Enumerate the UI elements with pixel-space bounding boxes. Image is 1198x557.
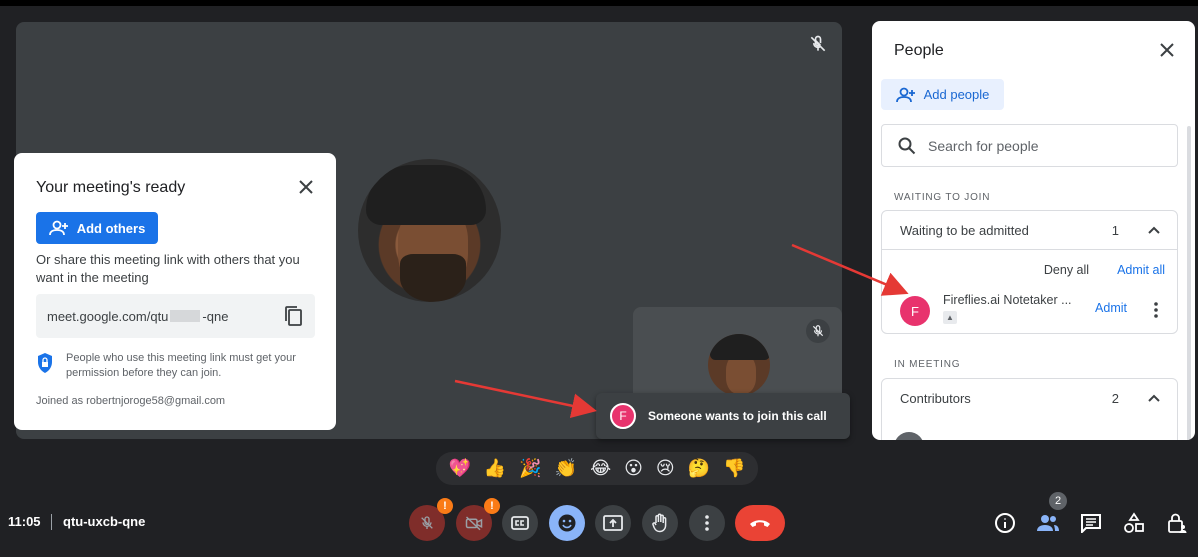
meeting-time: 11:05 — [8, 514, 41, 529]
toast-avatar: F — [610, 403, 636, 429]
waiting-count: 1 — [1111, 222, 1119, 238]
host-controls-button[interactable] — [1164, 510, 1190, 536]
present-icon — [603, 515, 623, 531]
reaction-surprised[interactable]: 😮 — [624, 458, 643, 479]
toast-text: Someone wants to join this call — [648, 409, 827, 423]
bulk-actions: Deny all Admit all — [882, 249, 1177, 289]
add-people-button[interactable]: Add people — [881, 79, 1004, 110]
redacted-segment — [170, 310, 201, 322]
close-icon[interactable] — [1159, 42, 1175, 58]
meeting-ready-card: Your meeting's ready Add others Or share… — [14, 153, 336, 430]
reaction-sparkling-heart[interactable]: 💖 — [448, 458, 470, 479]
meeting-details-button[interactable] — [992, 510, 1018, 536]
chat-icon — [1081, 514, 1101, 533]
reaction-party-popper[interactable]: 🎉 — [519, 458, 541, 479]
mic-off-icon — [810, 35, 826, 52]
waiting-group-header[interactable]: Waiting to be admitted 1 — [882, 211, 1177, 249]
waiting-group: Waiting to be admitted 1 Deny all Admit … — [881, 210, 1178, 334]
search-input[interactable] — [928, 137, 1148, 154]
top-edge — [0, 0, 1198, 6]
more-vert-icon[interactable] — [1153, 301, 1159, 319]
meeting-ready-title: Your meeting's ready — [36, 179, 186, 196]
meeting-link-prefix: meet.google.com/qtu — [47, 308, 169, 324]
chat-button[interactable] — [1078, 510, 1104, 536]
panel-scrollbar[interactable] — [1187, 126, 1191, 440]
more-vert-icon — [705, 515, 709, 531]
copy-icon[interactable] — [283, 305, 303, 327]
contributors-group: Contributors 2 — [881, 378, 1178, 440]
permission-note: People who use this meeting link must ge… — [66, 352, 296, 379]
present-screen-button[interactable] — [595, 505, 631, 541]
emoji-icon — [558, 514, 576, 532]
person-avatar: F — [900, 296, 930, 326]
reaction-laughing[interactable]: 😂 — [590, 458, 611, 479]
closed-captions-icon — [511, 516, 529, 530]
share-description: Or share this meeting link with others t… — [36, 252, 300, 285]
mic-warning-badge: ! — [437, 498, 453, 514]
people-count-badge: 2 — [1049, 492, 1067, 510]
shield-lock-icon — [38, 353, 52, 373]
meeting-link-box[interactable]: meet.google.com/qtu -qne — [36, 294, 315, 338]
reactions-bar: 💖 👍 🎉 👏 😂 😮 😢 🤔 👎 — [436, 452, 758, 485]
leave-call-button[interactable] — [735, 505, 785, 541]
person-name: Fireflies.ai Notetaker ... — [943, 293, 1072, 307]
add-others-label: Add others — [76, 220, 146, 236]
raise-hand-button[interactable] — [642, 505, 678, 541]
camera-off-icon — [465, 516, 483, 531]
people-icon — [1037, 515, 1059, 531]
external-badge-icon: ▲ — [943, 311, 957, 324]
chevron-up-icon[interactable] — [1147, 223, 1161, 237]
camera-toggle-button[interactable]: ! — [456, 498, 500, 541]
chevron-up-icon[interactable] — [1147, 391, 1161, 405]
search-icon — [898, 137, 916, 154]
waiting-group-label: Waiting to be admitted — [900, 222, 1029, 238]
admit-all-button[interactable]: Admit all — [1117, 263, 1165, 277]
activities-button[interactable] — [1121, 510, 1147, 536]
meeting-link-suffix: -qne — [202, 308, 229, 324]
contributors-count: 2 — [1111, 390, 1119, 406]
reaction-thumbs-down[interactable]: 👎 — [723, 458, 745, 479]
self-mic-off-icon — [806, 319, 830, 343]
shapes-icon — [1124, 512, 1144, 533]
contributors-label: Contributors — [900, 390, 971, 406]
lock-person-icon — [1168, 513, 1187, 533]
participant-avatar — [358, 159, 501, 302]
camera-warning-badge: ! — [484, 498, 500, 514]
mic-toggle-button[interactable]: ! — [409, 498, 453, 541]
add-others-button[interactable]: Add others — [36, 212, 158, 244]
hand-icon — [652, 513, 667, 533]
people-button[interactable] — [1035, 510, 1061, 536]
close-icon[interactable] — [298, 179, 314, 195]
reaction-sad[interactable]: 😢 — [656, 458, 675, 479]
reactions-button[interactable] — [549, 505, 585, 541]
reaction-thumbs-up[interactable]: 👍 — [484, 458, 506, 479]
join-request-toast[interactable]: F Someone wants to join this call — [596, 393, 850, 439]
reaction-clapping[interactable]: 👏 — [555, 458, 577, 479]
info-icon — [995, 513, 1015, 533]
contributors-group-header[interactable]: Contributors 2 — [882, 379, 1177, 417]
captions-button[interactable] — [502, 505, 538, 541]
more-options-button[interactable] — [689, 505, 725, 541]
joined-as-text: Joined as robertnjoroge58@gmail.com — [36, 395, 226, 407]
people-search[interactable] — [881, 124, 1178, 167]
deny-all-button[interactable]: Deny all — [1044, 263, 1089, 277]
reaction-thinking[interactable]: 🤔 — [688, 458, 710, 479]
in-meeting-section-label: IN MEETING — [894, 359, 961, 370]
add-people-label: Add people — [923, 87, 990, 102]
admit-button[interactable]: Admit — [1095, 301, 1127, 315]
add-person-icon — [48, 220, 68, 236]
waiting-section-label: WAITING TO JOIN — [894, 192, 991, 203]
people-panel: People Add people WAITING TO JOIN Waitin… — [872, 21, 1195, 440]
end-call-icon — [750, 520, 770, 527]
self-avatar — [708, 334, 770, 396]
meeting-code: qtu-uxcb-qne — [63, 514, 146, 529]
waiting-person-row: F Fireflies.ai Notetaker ... ▲ Admit — [882, 289, 1177, 333]
mic-off-icon — [421, 516, 433, 529]
divider — [51, 514, 52, 530]
add-person-icon — [895, 87, 915, 102]
panel-title: People — [894, 42, 944, 59]
